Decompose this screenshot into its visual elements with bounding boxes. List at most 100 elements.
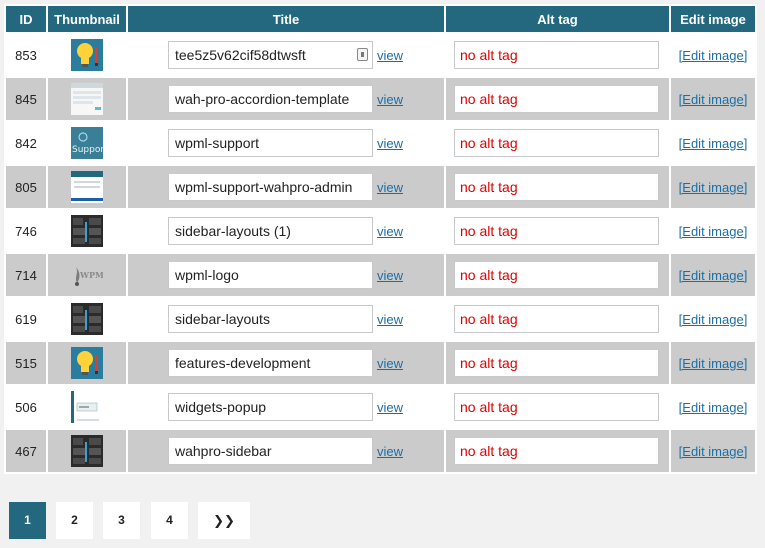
title-cell: sidebar-layouts (1) view — [126, 208, 446, 254]
row-id: 845 — [4, 76, 48, 122]
alt-tag-input[interactable]: no alt tag — [454, 217, 659, 245]
title-input[interactable]: widgets-popup — [168, 393, 373, 421]
header-id: ID — [4, 4, 48, 34]
thumbnail-cell — [46, 296, 128, 342]
row-id: 467 — [4, 428, 48, 474]
wpml-logo-thumbnail[interactable]: WPML — [71, 259, 103, 291]
title-value: wpml-support-wahpro-admin — [175, 179, 353, 195]
title-input[interactable]: wpml-logo — [168, 261, 373, 289]
title-cell: wah-pro-accordion-template view — [126, 76, 446, 122]
alt-tag-input[interactable]: no alt tag — [454, 85, 659, 113]
title-cell: wahpro-sidebar view — [126, 428, 446, 474]
dark-layout-thumbnail[interactable] — [71, 303, 103, 335]
edit-cell: [Edit image] — [669, 428, 757, 474]
view-link[interactable]: view — [377, 400, 403, 415]
table-row: 619 sidebar-layouts view no alt tag [Edi… — [4, 296, 757, 342]
support-thumbnail[interactable]: Support — [71, 127, 103, 159]
media-table: ID Thumbnail Title Alt tag Edit image 85… — [4, 4, 757, 474]
alt-tag-input[interactable]: no alt tag — [454, 437, 659, 465]
title-input[interactable]: sidebar-layouts (1) — [168, 217, 373, 245]
dark-layout-thumbnail[interactable] — [71, 435, 103, 467]
lightbulb-thumbnail[interactable] — [71, 347, 103, 379]
title-input[interactable]: wpml-support-wahpro-admin — [168, 173, 373, 201]
header-title: Title — [126, 4, 446, 34]
title-input[interactable]: features-development — [168, 349, 373, 377]
password-key-icon[interactable] — [357, 48, 368, 61]
row-id: 714 — [4, 252, 48, 298]
alt-tag-input[interactable]: no alt tag — [454, 261, 659, 289]
alt-tag-input[interactable]: no alt tag — [454, 305, 659, 333]
view-link[interactable]: view — [377, 48, 403, 63]
thumbnail-cell — [46, 340, 128, 386]
thumbnail-cell — [46, 208, 128, 254]
table-row: 845 wah-pro-accordion-template view no a… — [4, 76, 757, 122]
edit-image-link[interactable]: [Edit image] — [679, 136, 748, 151]
edit-image-link[interactable]: [Edit image] — [679, 444, 748, 459]
view-link[interactable]: view — [377, 180, 403, 195]
alt-cell: no alt tag — [444, 384, 671, 430]
header-thumbnail: Thumbnail — [46, 4, 128, 34]
lightbulb-thumbnail[interactable] — [71, 39, 103, 71]
edit-image-link[interactable]: [Edit image] — [679, 356, 748, 371]
title-input[interactable]: wahpro-sidebar — [168, 437, 373, 465]
next-page-button[interactable]: ❯❯ — [198, 502, 250, 539]
wpml-logo-text: WPML — [80, 270, 103, 280]
page-3-button[interactable]: 3 — [103, 502, 140, 539]
edit-cell: [Edit image] — [669, 32, 757, 78]
edit-image-link[interactable]: [Edit image] — [679, 400, 748, 415]
title-value: widgets-popup — [175, 399, 267, 415]
page-1-button[interactable]: 1 — [9, 502, 46, 539]
title-value: wahpro-sidebar — [175, 443, 272, 459]
alt-cell: no alt tag — [444, 164, 671, 210]
page-4-button[interactable]: 4 — [151, 502, 188, 539]
title-input[interactable]: sidebar-layouts — [168, 305, 373, 333]
view-link[interactable]: view — [377, 268, 403, 283]
alt-tag-input[interactable]: no alt tag — [454, 393, 659, 421]
edit-image-link[interactable]: [Edit image] — [679, 224, 748, 239]
alt-cell: no alt tag — [444, 76, 671, 122]
view-link[interactable]: view — [377, 444, 403, 459]
edit-cell: [Edit image] — [669, 76, 757, 122]
edit-cell: [Edit image] — [669, 164, 757, 210]
thumbnail-cell — [46, 76, 128, 122]
edit-image-link[interactable]: [Edit image] — [679, 180, 748, 195]
title-cell: sidebar-layouts view — [126, 296, 446, 342]
alt-tag-input[interactable]: no alt tag — [454, 41, 659, 69]
title-input[interactable]: wah-pro-accordion-template — [168, 85, 373, 113]
view-link[interactable]: view — [377, 136, 403, 151]
alt-cell: no alt tag — [444, 428, 671, 474]
title-value: wpml-support — [175, 135, 260, 151]
table-header-row: ID Thumbnail Title Alt tag Edit image — [4, 4, 757, 34]
title-cell: wpml-logo view — [126, 252, 446, 298]
table-row: 805 wpml-support-wahpro-admin view no al… — [4, 164, 757, 210]
table-row: 467 wahpro-sidebar view no alt tag [Edit… — [4, 428, 757, 474]
alt-cell: no alt tag — [444, 296, 671, 342]
popup-thumbnail[interactable] — [71, 391, 103, 423]
edit-image-link[interactable]: [Edit image] — [679, 268, 748, 283]
edit-image-link[interactable]: [Edit image] — [679, 48, 748, 63]
thumbnail-cell — [46, 32, 128, 78]
edit-image-link[interactable]: [Edit image] — [679, 92, 748, 107]
edit-image-link[interactable]: [Edit image] — [679, 312, 748, 327]
admin-screen-thumbnail[interactable] — [71, 171, 103, 203]
edit-cell: [Edit image] — [669, 252, 757, 298]
view-link[interactable]: view — [377, 92, 403, 107]
page-2-button[interactable]: 2 — [56, 502, 93, 539]
title-input[interactable]: tee5z5v62cif58dtwsft — [168, 41, 373, 69]
title-value: wah-pro-accordion-template — [175, 91, 350, 107]
thumbnail-cell: WPML — [46, 252, 128, 298]
title-input[interactable]: wpml-support — [168, 129, 373, 157]
alt-tag-input[interactable]: no alt tag — [454, 349, 659, 377]
webpage-thumbnail[interactable] — [71, 83, 103, 115]
title-value: tee5z5v62cif58dtwsft — [175, 47, 306, 63]
view-link[interactable]: view — [377, 224, 403, 239]
dark-layout-thumbnail[interactable] — [71, 215, 103, 247]
alt-tag-input[interactable]: no alt tag — [454, 129, 659, 157]
title-cell: widgets-popup view — [126, 384, 446, 430]
row-id: 853 — [4, 32, 48, 78]
edit-cell: [Edit image] — [669, 384, 757, 430]
view-link[interactable]: view — [377, 312, 403, 327]
view-link[interactable]: view — [377, 356, 403, 371]
row-id: 746 — [4, 208, 48, 254]
alt-tag-input[interactable]: no alt tag — [454, 173, 659, 201]
